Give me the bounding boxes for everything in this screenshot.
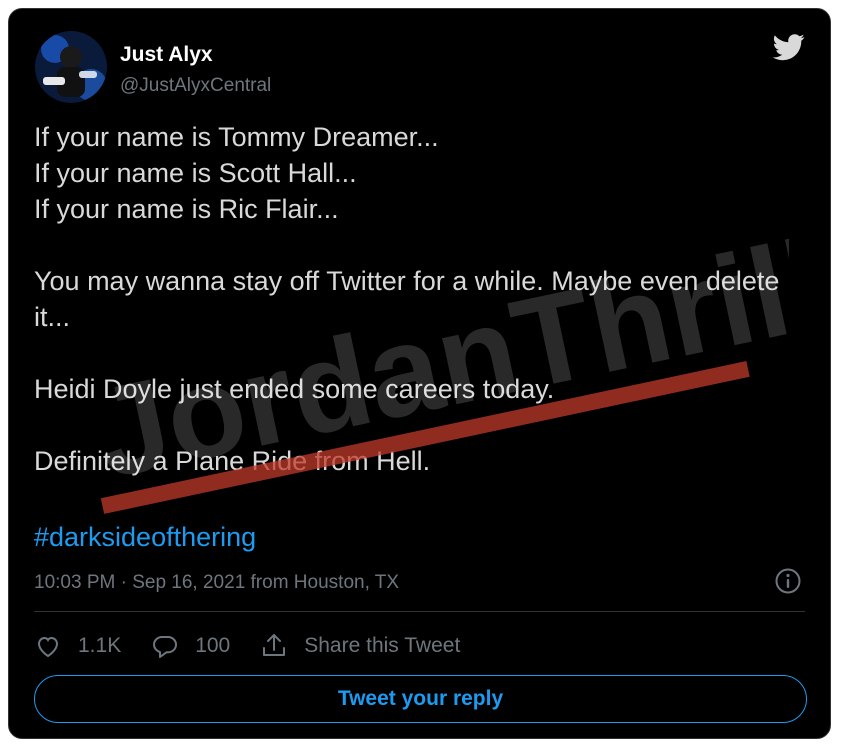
divider [34, 611, 805, 612]
tweet-card: Just Alyx @JustAlyxCentral If your name … [8, 8, 831, 739]
info-icon[interactable] [774, 567, 802, 595]
tweet-line: If your name is Scott Hall... [34, 158, 357, 188]
author-name[interactable]: Just Alyx [120, 43, 213, 67]
tweet-paragraph: Definitely a Plane Ride from Hell. [34, 446, 431, 476]
reply-count: 100 [195, 634, 231, 657]
share-icon [263, 634, 286, 656]
twitter-bird-icon[interactable] [770, 31, 808, 63]
tweet-text: If your name is Tommy Dreamer... If your… [34, 119, 804, 479]
heart-icon [37, 636, 59, 658]
reply-icon [153, 636, 178, 658]
like-count: 1.1K [78, 634, 122, 657]
timestamp[interactable]: 10:03 PM · Sep 16, 2021 from Houston, TX [34, 572, 399, 594]
tweet-line: If your name is Tommy Dreamer... [34, 122, 439, 152]
avatar[interactable] [35, 31, 107, 103]
tweet-actions: 1.1K 100 Share this Tweet [34, 629, 490, 663]
share-button[interactable]: Share this Tweet [260, 632, 460, 660]
share-label: Share this Tweet [304, 634, 461, 657]
reply-button[interactable]: 100 [151, 632, 230, 660]
like-button[interactable]: 1.1K [34, 632, 121, 660]
tweet-reply-button[interactable]: Tweet your reply [34, 675, 807, 723]
tweet-paragraph: Heidi Doyle just ended some careers toda… [34, 374, 555, 404]
tweet-paragraph: You may wanna stay off Twitter for a whi… [34, 266, 780, 332]
tweet-line: If your name is Ric Flair... [34, 194, 339, 224]
hashtag-link[interactable]: #darksideofthering [34, 522, 256, 553]
author-handle[interactable]: @JustAlyxCentral [120, 75, 271, 97]
